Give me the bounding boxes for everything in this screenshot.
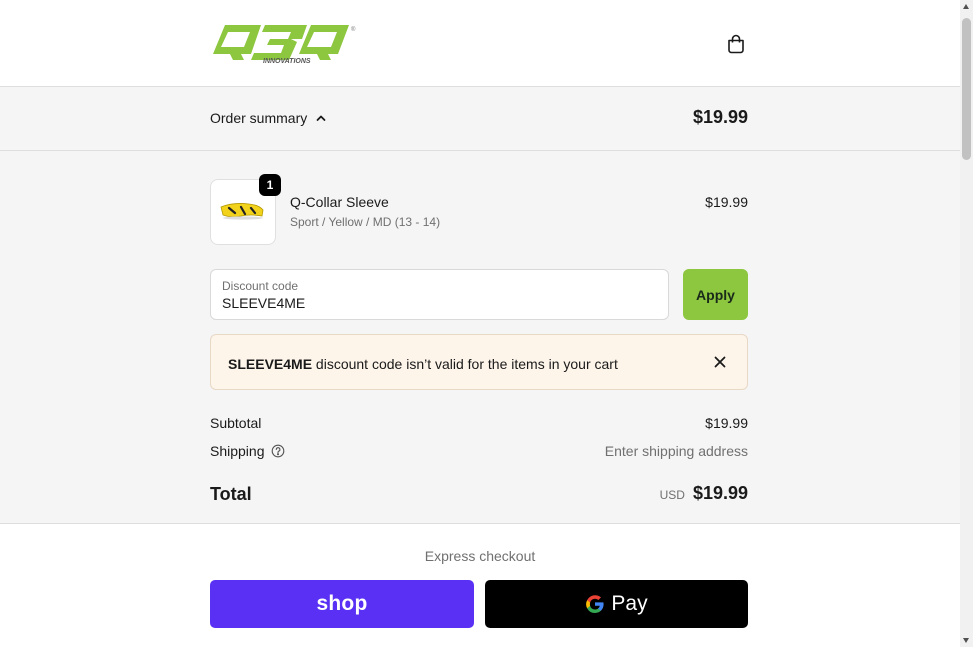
logo-subtext: INNOVATIONS (263, 58, 311, 65)
order-details: 1 Q-Collar Sleeve Sport / Yellow / MD (1… (0, 151, 960, 524)
product-name: Q-Collar Sleeve (290, 194, 389, 210)
summary-total: $19.99 (692, 107, 748, 127)
shipping-label-row: Shipping (210, 443, 285, 459)
order-summary-label: Order summary (210, 110, 308, 126)
cart-button[interactable] (722, 30, 750, 58)
header: INNOVATIONS ® (0, 0, 960, 87)
google-pay-label: Pay (611, 592, 648, 615)
discount-code-label: Discount code (222, 279, 299, 293)
shop-pay-label: shop (316, 592, 368, 615)
chevron-up-icon (316, 115, 326, 121)
discount-error-text: discount code isn’t valid for the items … (312, 356, 618, 372)
total-currency: USD (659, 488, 685, 502)
svg-text:®: ® (351, 26, 356, 33)
express-checkout-title: Express checkout (424, 548, 536, 564)
scroll-up-arrow[interactable] (963, 4, 969, 9)
discount-code-input[interactable] (222, 295, 652, 311)
discount-code-field[interactable]: Discount code (210, 269, 669, 320)
shop-pay-button[interactable]: shop (210, 580, 474, 628)
discount-error-message: SLEEVE4ME discount code isn’t valid for … (228, 356, 618, 372)
order-summary-bar: Order summary $19.99 (0, 87, 960, 151)
subtotal-label: Subtotal (210, 415, 262, 431)
brand-logo[interactable]: INNOVATIONS ® (211, 22, 361, 66)
discount-error-code: SLEEVE4ME (228, 356, 313, 372)
discount-error-alert: SLEEVE4ME discount code isn’t valid for … (210, 334, 748, 390)
total-value-group: USD $19.99 (660, 483, 748, 504)
google-g-icon (586, 595, 605, 613)
total-label: Total (210, 484, 252, 504)
help-circle-icon[interactable] (271, 444, 285, 458)
order-summary-toggle[interactable]: Order summary (210, 110, 327, 126)
google-pay-button[interactable]: Pay (485, 580, 748, 628)
shipping-value: Enter shipping address (604, 443, 748, 459)
close-icon[interactable] (711, 353, 729, 371)
apply-discount-button[interactable]: Apply (683, 269, 748, 320)
scroll-down-arrow[interactable] (963, 638, 969, 643)
product-price: $19.99 (705, 194, 748, 210)
scrollbar-thumb[interactable] (962, 18, 971, 160)
checkout-page: INNOVATIONS ® Order summary $19.99 1 Q-C… (0, 0, 973, 647)
shopping-bag-icon (728, 34, 744, 54)
product-variant: Sport / Yellow / MD (13 - 14) (290, 215, 441, 229)
total-amount: $19.99 (692, 483, 748, 503)
quantity-badge: 1 (259, 174, 281, 196)
subtotal-value: $19.99 (705, 415, 748, 431)
page-scrollbar[interactable] (960, 0, 973, 647)
shipping-label: Shipping (210, 443, 265, 459)
